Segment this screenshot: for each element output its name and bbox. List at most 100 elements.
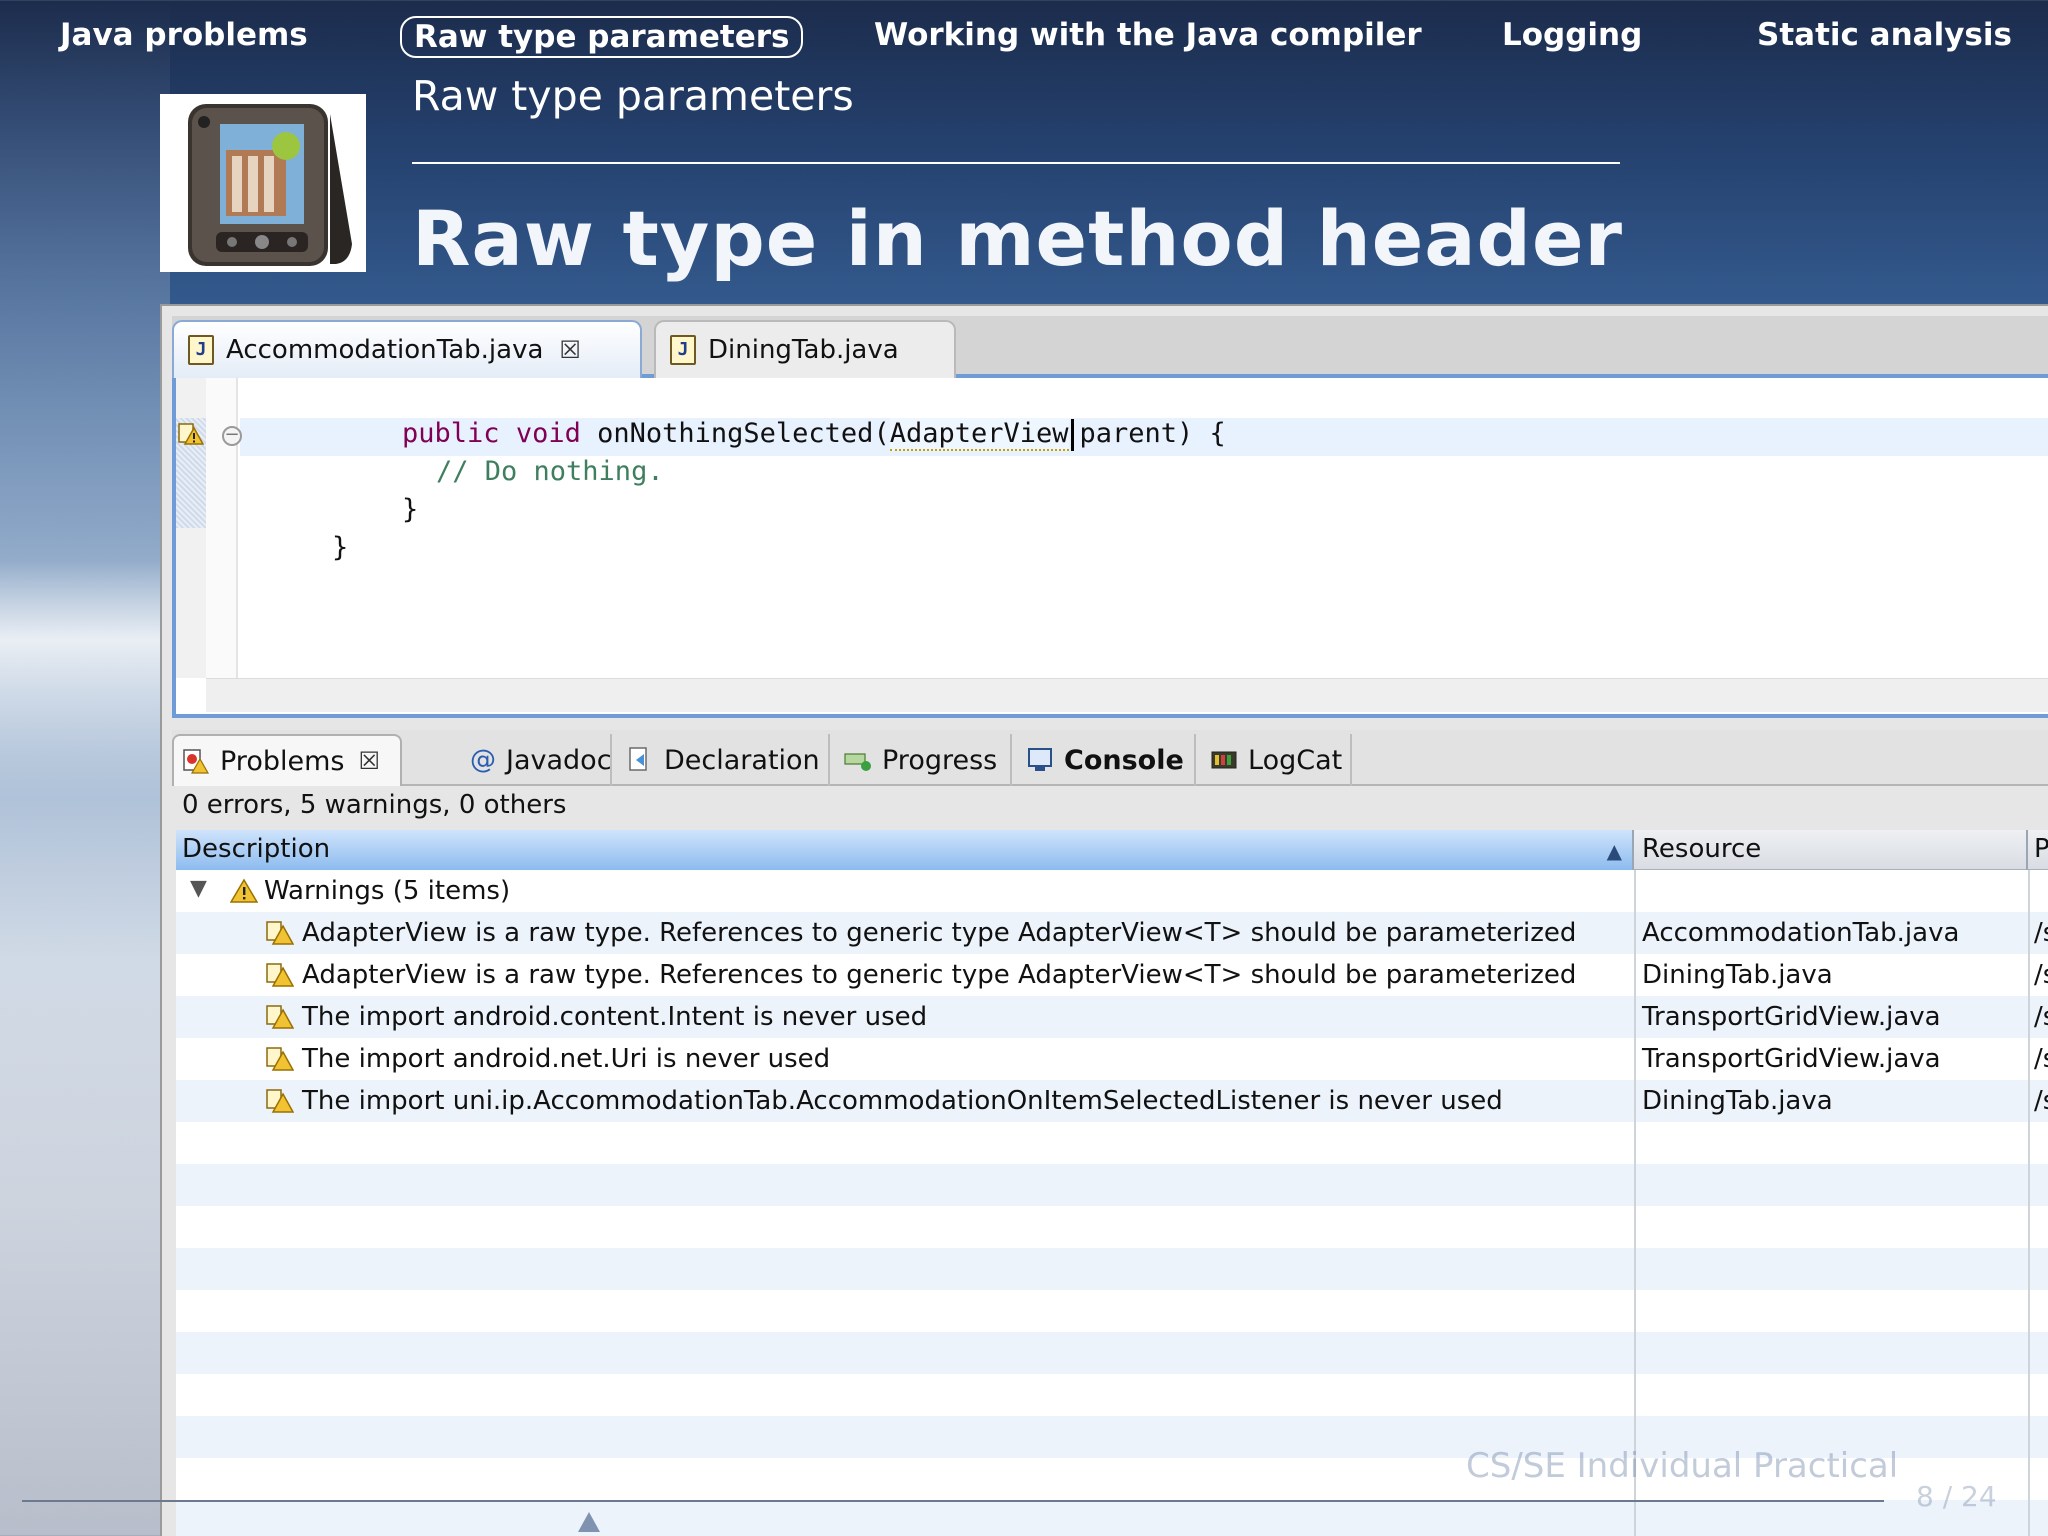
warning-file-icon xyxy=(266,921,294,945)
java-file-icon: J xyxy=(188,335,214,365)
tab-label: Problems xyxy=(220,745,345,777)
group-label: Warnings (5 items) xyxy=(264,876,511,906)
cell-description: AdapterView is a raw type. References to… xyxy=(302,960,1577,990)
table-row[interactable]: AdapterView is a raw type. References to… xyxy=(176,954,2048,996)
warning-icon xyxy=(230,878,258,903)
cell-description: The import android.net.Uri is never used xyxy=(302,1044,831,1074)
nav-item-java-problems[interactable]: Java problems xyxy=(48,16,320,58)
warning-file-icon xyxy=(266,1047,294,1071)
tab-label: LogCat xyxy=(1248,744,1343,776)
nav-item-raw-type-parameters[interactable]: Raw type parameters xyxy=(400,16,804,58)
sort-ascending-icon: ▲ xyxy=(1606,839,1622,863)
warning-icon[interactable] xyxy=(178,422,204,446)
table-row[interactable]: The import android.net.Uri is never used… xyxy=(176,1038,2048,1080)
tab-label: Declaration xyxy=(664,744,820,776)
eclipse-ide: J AccommodationTab.java ☒ J DiningTab.ja… xyxy=(160,304,2048,1536)
background-glow xyxy=(0,0,170,1536)
close-icon[interactable]: ☒ xyxy=(358,747,380,775)
folding-column xyxy=(206,378,238,678)
empty-row xyxy=(176,1122,2048,1164)
raw-type-highlight[interactable]: AdapterView xyxy=(889,418,1069,451)
empty-row xyxy=(176,1164,2048,1206)
keyword-public: public xyxy=(402,418,500,449)
empty-row xyxy=(176,1374,2048,1416)
cell-path: /s xyxy=(2034,1002,2048,1032)
nav-item-java-compiler[interactable]: Working with the Java compiler xyxy=(862,16,1434,58)
slide-position-marker xyxy=(578,1512,600,1532)
collapse-icon[interactable]: − xyxy=(222,426,242,446)
nav-item-static-analysis[interactable]: Static analysis xyxy=(1745,16,2024,58)
empty-row xyxy=(176,1500,2048,1536)
view-tab-bar: Problems ☒ @ Javadoc Declaration Progres… xyxy=(172,730,2048,786)
cell-description: AdapterView is a raw type. References to… xyxy=(302,918,1577,948)
tab-label: DiningTab.java xyxy=(708,335,899,365)
table-row[interactable]: AdapterView is a raw type. References to… xyxy=(176,912,2048,954)
code-editor[interactable]: − public void onNothingSelected(AdapterV… xyxy=(172,378,2048,718)
editor-tab-bar: J AccommodationTab.java ☒ J DiningTab.ja… xyxy=(172,316,2048,378)
section-navigation: Java problems Raw type parameters Workin… xyxy=(0,0,2048,78)
cell-description: The import android.content.Intent is nev… xyxy=(302,1002,928,1032)
tree-group-row[interactable]: ▼ Warnings (5 items) xyxy=(176,870,2048,912)
empty-row xyxy=(176,1290,2048,1332)
slide-title: Raw type in method header xyxy=(412,194,1623,283)
cell-resource: AccommodationTab.java xyxy=(1642,918,1960,948)
editor-scrollbar[interactable] xyxy=(206,678,2048,712)
table-row[interactable]: The import android.content.Intent is nev… xyxy=(176,996,2048,1038)
close-icon[interactable]: ☒ xyxy=(559,336,581,364)
cell-resource: DiningTab.java xyxy=(1642,1086,1833,1116)
cell-path: /s xyxy=(2034,1086,2048,1116)
problems-table[interactable]: Description ▲ Resource Pa ▼ Warnings (5 … xyxy=(176,830,2048,1536)
code-line-method-header: public void onNothingSelected(AdapterVie… xyxy=(402,418,1226,451)
parameter-name: parent) { xyxy=(1079,418,1226,449)
empty-row xyxy=(176,1248,2048,1290)
cell-path: /s xyxy=(2034,1044,2048,1074)
method-signature: onNothingSelected( xyxy=(580,418,890,449)
tab-declaration[interactable]: Declaration xyxy=(618,734,830,786)
code-line-comment: // Do nothing. xyxy=(436,456,664,487)
cell-resource: TransportGridView.java xyxy=(1642,1044,1941,1074)
code-line-class-brace: } xyxy=(332,532,349,563)
warning-file-icon xyxy=(266,1005,294,1029)
cell-resource: DiningTab.java xyxy=(1642,960,1833,990)
tab-diningtab-java[interactable]: J DiningTab.java xyxy=(654,320,956,378)
logcat-icon xyxy=(1211,751,1237,769)
tab-logcat[interactable]: LogCat xyxy=(1202,734,1352,786)
console-icon xyxy=(1028,748,1052,771)
tab-label: Javadoc xyxy=(506,744,612,776)
section-divider xyxy=(412,162,1620,164)
problems-summary: 0 errors, 5 warnings, 0 others xyxy=(182,790,567,820)
column-header-description[interactable]: Description ▲ xyxy=(176,830,1634,870)
table-row[interactable]: The import uni.ip.AccommodationTab.Accom… xyxy=(176,1080,2048,1122)
tab-label: Progress xyxy=(882,744,998,776)
javadoc-icon: @ xyxy=(470,745,496,775)
empty-row xyxy=(176,1332,2048,1374)
footer-page-number: 8 / 24 xyxy=(1916,1480,1997,1513)
warning-file-icon xyxy=(266,963,294,987)
warning-file-icon xyxy=(266,1089,294,1113)
progress-rule xyxy=(22,1500,1884,1502)
cell-resource: TransportGridView.java xyxy=(1642,1002,1941,1032)
nav-item-logging[interactable]: Logging xyxy=(1490,16,1654,58)
expand-toggle-icon[interactable]: ▼ xyxy=(190,876,207,901)
cell-description: The import uni.ip.AccommodationTab.Accom… xyxy=(302,1086,1503,1116)
footer-course-title: CS/SE Individual Practical xyxy=(1466,1446,1899,1486)
code-line-close-brace: } xyxy=(402,494,419,525)
tab-label: AccommodationTab.java xyxy=(226,335,544,365)
empty-row xyxy=(176,1206,2048,1248)
text-caret xyxy=(1070,418,1074,451)
column-label: Description xyxy=(182,834,331,864)
tab-label: Console xyxy=(1064,744,1184,776)
column-header-path[interactable]: Pa xyxy=(2030,830,2048,870)
tab-problems[interactable]: Problems ☒ xyxy=(172,734,402,786)
tab-console[interactable]: Console xyxy=(1018,734,1196,786)
column-divider xyxy=(1634,870,1636,1536)
tab-progress[interactable]: Progress xyxy=(836,734,1012,786)
declaration-icon xyxy=(629,747,647,771)
keyword-void: void xyxy=(515,418,581,449)
tab-javadoc[interactable]: @ Javadoc xyxy=(462,734,612,786)
column-header-resource[interactable]: Resource xyxy=(1636,830,2028,870)
cell-path: /s xyxy=(2034,960,2048,990)
phone-logo xyxy=(160,94,366,272)
tab-accommodationtab-java[interactable]: J AccommodationTab.java ☒ xyxy=(172,320,642,378)
cell-path: /s xyxy=(2034,918,2048,948)
